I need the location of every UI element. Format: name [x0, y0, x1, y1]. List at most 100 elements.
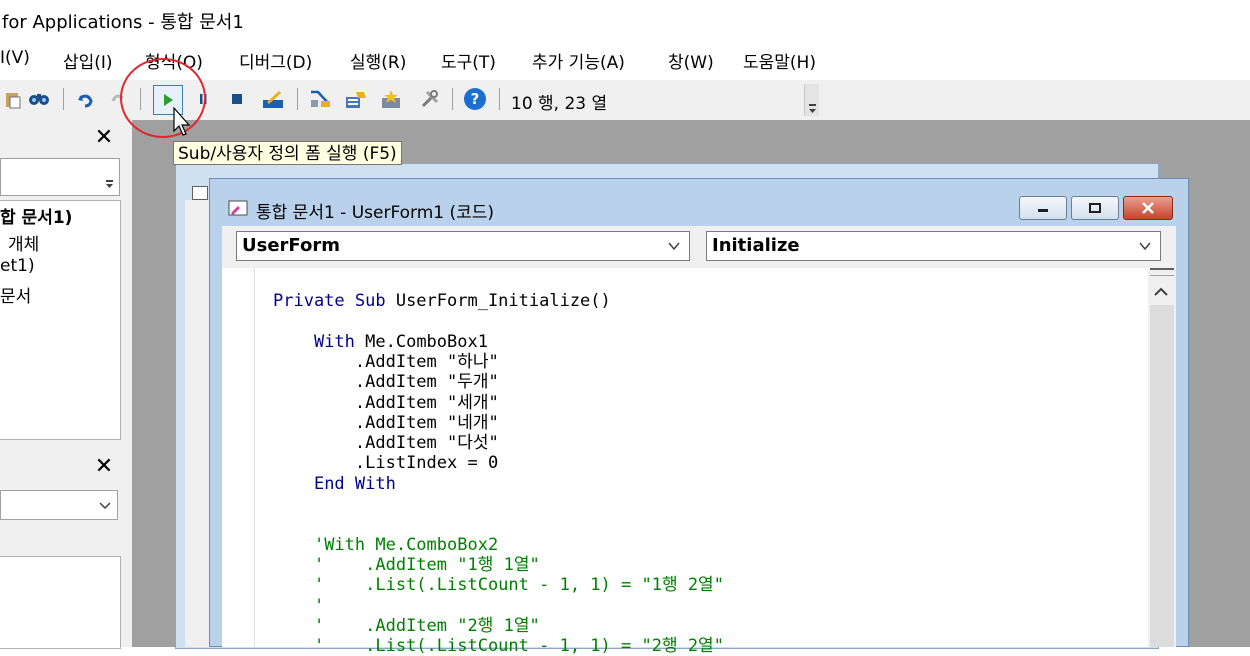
object-combo[interactable]: UserForm: [236, 231, 690, 261]
scroll-up-icon[interactable]: [1152, 284, 1170, 305]
code-comment: ': [313, 595, 325, 616]
code-comment: ' .AddItem "2행 1열": [313, 615, 540, 636]
properties-grid: [0, 556, 121, 649]
code-line[interactable]: .AddItem "세개": [273, 393, 499, 413]
object-browser-icon[interactable]: [379, 86, 405, 112]
highlight-circle: [120, 58, 206, 138]
run-tooltip: Sub/사용자 정의 폼 실행 (F5): [173, 141, 402, 165]
code-line[interactable]: End With: [273, 474, 396, 494]
menu-addins[interactable]: 추가 기능(A): [532, 48, 625, 73]
menu-insert[interactable]: 삽입(I): [63, 48, 113, 73]
svg-text:?: ?: [471, 90, 480, 108]
code-text: UserForm_Initialize(): [385, 291, 611, 311]
code-margin-indicator-bar[interactable]: [222, 268, 255, 647]
toolbar-separator: [297, 88, 298, 110]
code-line[interactable]: ' .AddItem "2행 1열": [273, 616, 540, 636]
code-comment: ' .List(.ListCount - 1, 1) = "1행 2열": [313, 575, 724, 596]
code-keyword: Private Sub: [273, 291, 386, 311]
menu-tools[interactable]: 도구(T): [441, 48, 496, 73]
chevron-down-icon: [1138, 238, 1152, 258]
close-button[interactable]: [1123, 196, 1173, 220]
code-line[interactable]: 'With Me.ComboBox2: [273, 535, 498, 555]
tree-item-workbook[interactable]: 합 문서1): [0, 203, 72, 228]
code-line[interactable]: .AddItem "네개": [273, 413, 499, 433]
code-line[interactable]: ' .List(.ListCount - 1, 1) = "2행 2열": [273, 636, 724, 656]
code-text: .AddItem "하나": [354, 351, 499, 372]
procedure-combo-value: Initialize: [712, 235, 800, 256]
tree-item-objects[interactable]: 개체: [8, 230, 39, 255]
code-line[interactable]: Private Sub UserForm_Initialize(): [273, 291, 611, 311]
form-icon: [192, 186, 208, 200]
design-mode-icon[interactable]: [260, 86, 286, 112]
properties-object-dropdown[interactable]: [0, 490, 118, 520]
tree-item-thisworkbook[interactable]: 문서: [0, 282, 31, 307]
code-comment: ' .List(.ListCount - 1, 1) = "2행 2열": [313, 636, 724, 656]
menu-run[interactable]: 실행(R): [350, 48, 406, 73]
code-keyword: End With: [313, 473, 396, 494]
code-line[interactable]: ' .AddItem "1행 1열": [273, 555, 540, 575]
help-icon[interactable]: ?: [462, 86, 488, 112]
close-icon[interactable]: ✕: [91, 124, 117, 150]
paste-icon[interactable]: [0, 86, 26, 112]
code-text: .AddItem "두개": [354, 372, 499, 393]
undo-icon[interactable]: [72, 86, 98, 112]
object-combo-value: UserForm: [242, 235, 340, 256]
menu-window[interactable]: 창(W): [668, 48, 714, 73]
code-text: .AddItem "네개": [354, 412, 499, 433]
close-icon[interactable]: ✕: [91, 453, 117, 479]
properties-icon[interactable]: [343, 86, 369, 112]
minimize-button[interactable]: [1019, 196, 1067, 220]
toolbox-icon[interactable]: [417, 86, 443, 112]
find-icon[interactable]: [26, 86, 52, 112]
code-keyword: With: [313, 331, 355, 352]
code-window-icon: [228, 198, 250, 223]
menu-view[interactable]: I(V): [0, 48, 30, 68]
code-text: Me.ComboBox1: [354, 331, 488, 352]
userform-designer-surface: [185, 200, 209, 647]
cursor-position: 10 행, 23 열: [511, 94, 608, 114]
code-text: .ListIndex = 0: [354, 453, 499, 474]
code-comment: ' .AddItem "1행 1열": [313, 554, 540, 575]
code-line[interactable]: With Me.ComboBox1: [273, 332, 488, 352]
procedure-combo[interactable]: Initialize: [706, 231, 1161, 261]
code-line[interactable]: ' .List(.ListCount - 1, 1) = "1행 2열": [273, 575, 724, 595]
code-line[interactable]: .ListIndex = 0: [273, 453, 498, 473]
toolbar-separator: [452, 88, 453, 110]
split-bar[interactable]: [1150, 268, 1174, 276]
reset-icon[interactable]: [224, 86, 250, 112]
project-toolbar[interactable]: [0, 158, 120, 196]
code-line[interactable]: .AddItem "두개": [273, 372, 499, 392]
toolbar-separator: [499, 88, 500, 110]
menu-help[interactable]: 도움말(H): [743, 48, 816, 73]
toolbar-separator: [63, 88, 64, 110]
tree-item-sheet1[interactable]: et1): [0, 256, 35, 276]
menu-debug[interactable]: 디버그(D): [239, 48, 312, 73]
project-explorer-icon[interactable]: [307, 86, 333, 112]
code-line[interactable]: .AddItem "다섯": [273, 433, 499, 453]
code-window-title: 통합 문서1 - UserForm1 (코드): [256, 203, 495, 223]
code-text: .AddItem "세개": [354, 392, 499, 413]
code-line[interactable]: .AddItem "하나": [273, 352, 499, 372]
toolbar-options-handle[interactable]: [804, 84, 819, 116]
code-line[interactable]: ': [273, 596, 324, 616]
window-title: for Applications - 통합 문서1: [2, 12, 244, 33]
mouse-cursor-icon: [173, 106, 191, 142]
maximize-button[interactable]: [1071, 196, 1119, 220]
code-text: .AddItem "다섯": [354, 433, 499, 454]
scroll-track[interactable]: [1150, 305, 1174, 647]
code-comment: 'With Me.ComboBox2: [313, 534, 499, 555]
